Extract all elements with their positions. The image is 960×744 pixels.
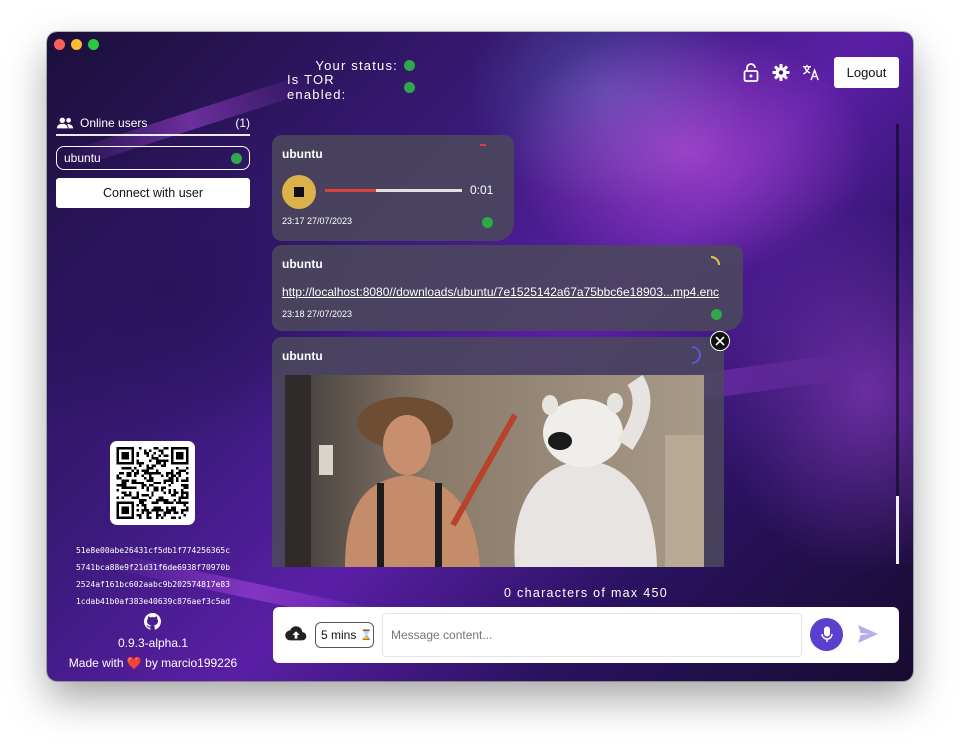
translate-icon[interactable] — [802, 62, 820, 82]
audio-stop-button[interactable] — [282, 175, 316, 209]
message-timestamp: 23:18 27/07/2023 — [282, 309, 353, 319]
record-audio-button[interactable] — [810, 618, 843, 651]
message-bubble-audio: ubuntu 0:01 23:17 27/07/2023 — [272, 135, 514, 241]
made-with-prefix: Made with — [68, 656, 124, 670]
close-media-button[interactable] — [710, 331, 730, 351]
fingerprint-line: 51e8e00abe26431cf5db1f774256365c — [75, 546, 231, 555]
lock-open-icon[interactable] — [742, 62, 760, 82]
window-minimize-button[interactable] — [71, 39, 82, 50]
window-zoom-button[interactable] — [88, 39, 99, 50]
stop-icon — [294, 187, 304, 197]
qr-code — [110, 441, 195, 525]
user-item[interactable]: ubuntu — [56, 146, 250, 170]
recording-indicator-icon — [480, 144, 486, 146]
status-block: Your status: Is TOR enabled: — [287, 54, 415, 102]
message-input[interactable] — [382, 613, 802, 657]
message-bubble-video: ubuntu — [272, 331, 730, 567]
video-frame — [285, 375, 704, 567]
fingerprint-line: 2524af161bc602aabc9b202574817e83 — [75, 580, 231, 589]
audio-duration: 0:01 — [470, 183, 494, 197]
github-icon[interactable] — [144, 613, 161, 630]
file-download-link[interactable]: http://localhost:8080//downloads/ubuntu/… — [282, 285, 719, 299]
message-author: ubuntu — [282, 147, 323, 161]
delivered-check-icon — [482, 217, 493, 228]
connect-with-user-button[interactable]: Connect with user — [56, 178, 250, 208]
audio-progress-bar[interactable] — [325, 189, 462, 192]
user-status-dot — [404, 59, 415, 71]
chat-area: ubuntu 0:01 23:17 27/07/2023 ubuntu http… — [259, 110, 913, 681]
close-icon — [715, 336, 725, 346]
heart-icon: ❤️ — [126, 656, 142, 670]
tor-status-dot — [404, 81, 415, 93]
message-author: ubuntu — [282, 257, 323, 271]
hourglass-icon: ⌛ — [360, 629, 373, 641]
message-bubble-file: ubuntu http://localhost:8080//downloads/… — [272, 245, 743, 331]
users-icon — [56, 117, 74, 129]
tor-status-row: Is TOR enabled: — [287, 72, 415, 102]
video-player[interactable] — [285, 375, 704, 567]
audio-progress-fill — [325, 189, 376, 192]
chat-scrollbar-thumb[interactable] — [896, 496, 899, 564]
loading-spinner-icon — [691, 346, 701, 364]
sidebar: Online users (1) ubuntu Connect with use… — [47, 110, 259, 681]
tor-status-label: Is TOR enabled: — [287, 72, 347, 102]
logout-button[interactable]: Logout — [834, 57, 899, 88]
message-timestamp: 23:17 27/07/2023 — [282, 216, 353, 226]
toolbar-icons — [742, 62, 820, 82]
online-users-count: (1) — [235, 116, 250, 130]
send-icon[interactable] — [857, 624, 879, 644]
fingerprint: 51e8e00abe26431cf5db1f774256365c 5741bca… — [53, 542, 253, 610]
fingerprint-line: 5741bca88e9f21d31f6de6938f70970b — [75, 563, 231, 572]
window-close-button[interactable] — [54, 39, 65, 50]
online-users-header: Online users (1) — [56, 116, 250, 136]
message-composer: 5 mins ⌛ — [273, 607, 899, 663]
message-timer-select[interactable]: 5 mins ⌛ — [315, 622, 374, 648]
user-online-dot — [231, 152, 242, 164]
made-with-suffix: by marcio199226 — [145, 656, 238, 670]
fingerprint-line: 1cdab41b0af383e40639c876aef3c5ad — [75, 597, 231, 606]
microphone-icon — [820, 626, 833, 642]
upload-icon[interactable] — [285, 625, 307, 643]
gear-icon[interactable] — [772, 62, 790, 82]
made-with-credit: Made with ❤️ by marcio199226 — [47, 656, 259, 670]
app-version: 0.9.3-alpha.1 — [117, 636, 189, 650]
user-item-name: ubuntu — [64, 151, 101, 165]
user-status-label: Your status: — [315, 57, 398, 73]
character-count: 0 characters of max 450 — [504, 586, 668, 600]
delivered-check-icon — [711, 309, 722, 320]
message-timer-value: 5 mins — [321, 628, 357, 642]
app-window: Your status: Is TOR enabled: Logout Onli… — [47, 32, 913, 681]
loading-spinner-icon — [710, 256, 720, 266]
message-author: ubuntu — [282, 349, 323, 363]
online-users-label: Online users — [80, 116, 148, 130]
